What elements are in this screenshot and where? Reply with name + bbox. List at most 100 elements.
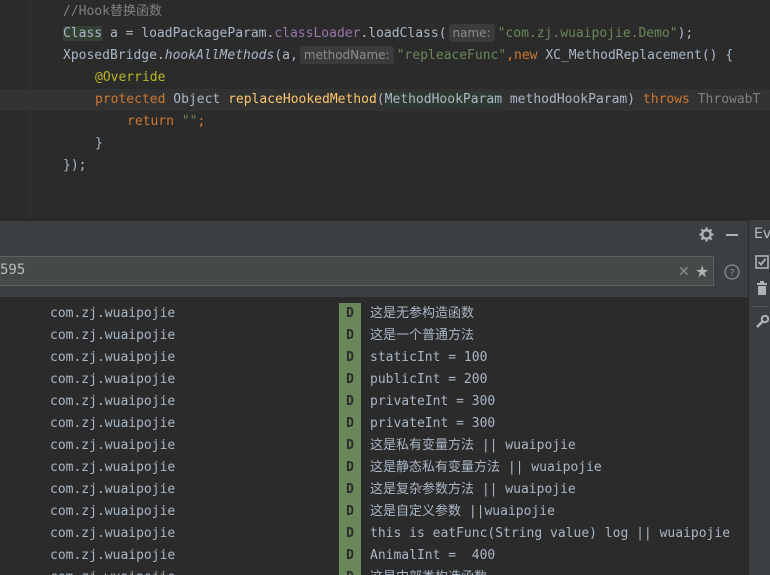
log-message: publicInt = 200: [370, 372, 488, 387]
log-message: privateInt = 300: [370, 416, 496, 431]
string-literal: "": [173, 114, 198, 129]
log-message: staticInt = 100: [370, 350, 488, 365]
side-panel-strip: Ev: [748, 220, 770, 575]
log-row[interactable]: com.zj.wuaipojie D 这是静态私有变量方法 || wuaipojie: [0, 457, 748, 479]
log-level-badge: D: [339, 347, 361, 369]
log-level-badge: D: [339, 523, 361, 545]
log-message: 这是自定义参数 ||wuaipojie: [370, 504, 555, 519]
throws-keyword: throws: [642, 92, 690, 107]
annotation: @Override: [95, 70, 166, 85]
protected-keyword: protected: [95, 92, 166, 107]
side-panel-label[interactable]: Ev: [754, 226, 770, 242]
exception-type: ThrowabT: [689, 92, 761, 107]
code-text: Object: [165, 92, 229, 107]
code-line-close-brace: }: [0, 133, 770, 155]
log-level-badge: D: [339, 545, 361, 567]
param-name: methodHookParam): [502, 92, 643, 107]
clear-icon[interactable]: ✕: [678, 264, 690, 280]
divider: [752, 306, 768, 307]
return-keyword: return: [127, 114, 174, 129]
log-package: com.zj.wuaipojie: [50, 416, 176, 431]
log-row[interactable]: com.zj.wuaipojie D 这是自定义参数 ||wuaipojie: [0, 501, 748, 523]
code-line-close-call: });: [0, 155, 770, 177]
string-literal: "com.zj.wuaipojie.Demo": [497, 26, 678, 41]
code-editor[interactable]: //Hook替换函数 Class a = loadPackageParam.cl…: [0, 0, 770, 220]
log-row[interactable]: com.zj.wuaipojie DprivateInt = 300: [0, 413, 748, 435]
log-package: com.zj.wuaipojie: [50, 328, 176, 343]
log-level-badge: D: [339, 369, 361, 391]
search-input-value[interactable]: 595: [0, 262, 25, 278]
log-message: this is eatFunc(String value) log || wua…: [370, 526, 731, 541]
method-name: replaceHookedMethod: [228, 92, 377, 107]
log-level-badge: D: [339, 413, 361, 435]
field-name: classLoader: [274, 26, 361, 41]
code-text: ,: [506, 48, 515, 63]
new-keyword: new: [514, 48, 538, 63]
log-package: com.zj.wuaipojie: [50, 394, 176, 409]
code-text: XC_MethodReplacement() {: [537, 48, 734, 63]
code-text: (a,: [274, 48, 298, 63]
log-message: 这是一个普通方法: [370, 328, 475, 343]
log-message: 这是无参构造函数: [370, 306, 475, 321]
log-row[interactable]: com.zj.wuaipojie D 这是复杂参数方法 || wuaipojie: [0, 479, 748, 501]
log-message: 这是复杂参数方法 || wuaipojie: [370, 482, 576, 497]
logcat-toolbar: [0, 220, 748, 248]
code-text: (: [376, 92, 385, 107]
code-line-return: return "";: [0, 111, 770, 133]
log-level-badge: D: [339, 567, 361, 575]
comment-text: //Hook替换函数: [63, 4, 162, 19]
log-row[interactable]: com.zj.wuaipojie DpublicInt = 200: [0, 369, 748, 391]
checkbox-icon[interactable]: [755, 255, 769, 269]
log-level-badge: D: [339, 501, 361, 523]
method-name: hookAllMethods: [164, 48, 275, 63]
code-line-comment: //Hook替换函数: [0, 1, 770, 23]
log-row[interactable]: com.zj.wuaipojie D 这是内部类构造函数: [0, 567, 748, 575]
log-row[interactable]: com.zj.wuaipojie DstaticInt = 100: [0, 347, 748, 369]
param-hint: name:: [448, 24, 495, 42]
log-package: com.zj.wuaipojie: [50, 482, 176, 497]
code-text: a = loadPackageParam.: [102, 26, 275, 41]
help-icon[interactable]: ?: [724, 264, 740, 280]
star-icon[interactable]: ★: [695, 262, 709, 281]
log-package: com.zj.wuaipojie: [50, 306, 176, 321]
code-text: }: [95, 136, 103, 151]
code-text: );: [677, 26, 694, 41]
log-row[interactable]: com.zj.wuaipojie Dthis is eatFunc(String …: [0, 523, 748, 545]
log-message: 这是私有变量方法 || wuaipojie: [370, 438, 576, 453]
log-message: privateInt = 300: [370, 394, 496, 409]
param-type: MethodHookParam: [384, 92, 503, 107]
search-input[interactable]: [0, 256, 714, 286]
code-line-hook: XposedBridge.hookAllMethods(a, methodName…: [0, 45, 770, 67]
trash-icon[interactable]: [755, 281, 769, 295]
log-level-badge: D: [339, 457, 361, 479]
code-text: .loadClass(: [360, 26, 447, 41]
log-row[interactable]: com.zj.wuaipojie D 这是无参构造函数: [0, 303, 748, 325]
log-list[interactable]: com.zj.wuaipojie D 这是无参构造函数 com.zj.wuaipoji…: [0, 297, 748, 575]
log-level-badge: D: [339, 479, 361, 501]
log-level-badge: D: [339, 435, 361, 457]
log-message: 这是内部类构造函数: [370, 567, 487, 575]
class-name: XposedBridge.: [63, 48, 165, 63]
code-text: ;: [197, 114, 206, 129]
code-line-method-signature: protected Object replaceHookedMethod(Met…: [0, 89, 770, 111]
param-hint: methodName:: [299, 46, 394, 64]
code-line-loadclass: Class a = loadPackageParam.classLoader.l…: [0, 23, 770, 45]
gear-icon[interactable]: [699, 227, 714, 242]
log-package: com.zj.wuaipojie: [50, 567, 175, 575]
log-row[interactable]: com.zj.wuaipojie D AnimalInt = 400: [0, 545, 748, 567]
log-message: AnimalInt = 400: [370, 548, 496, 563]
log-level-badge: D: [339, 303, 361, 325]
log-level-badge: D: [339, 391, 361, 413]
log-package: com.zj.wuaipojie: [50, 526, 176, 541]
class-keyword: Class: [63, 26, 103, 41]
string-literal: "repleaceFunc": [396, 48, 507, 63]
log-package: com.zj.wuaipojie: [50, 372, 176, 387]
minimize-icon[interactable]: [726, 234, 738, 236]
log-row[interactable]: com.zj.wuaipojie DprivateInt = 300: [0, 391, 748, 413]
log-row[interactable]: com.zj.wuaipojie D 这是私有变量方法 || wuaipojie: [0, 435, 748, 457]
log-level-badge: D: [339, 325, 361, 347]
log-package: com.zj.wuaipojie: [50, 504, 176, 519]
code-text: });: [63, 158, 87, 173]
log-row[interactable]: com.zj.wuaipojie D 这是一个普通方法: [0, 325, 748, 347]
wrench-icon[interactable]: [755, 315, 769, 329]
